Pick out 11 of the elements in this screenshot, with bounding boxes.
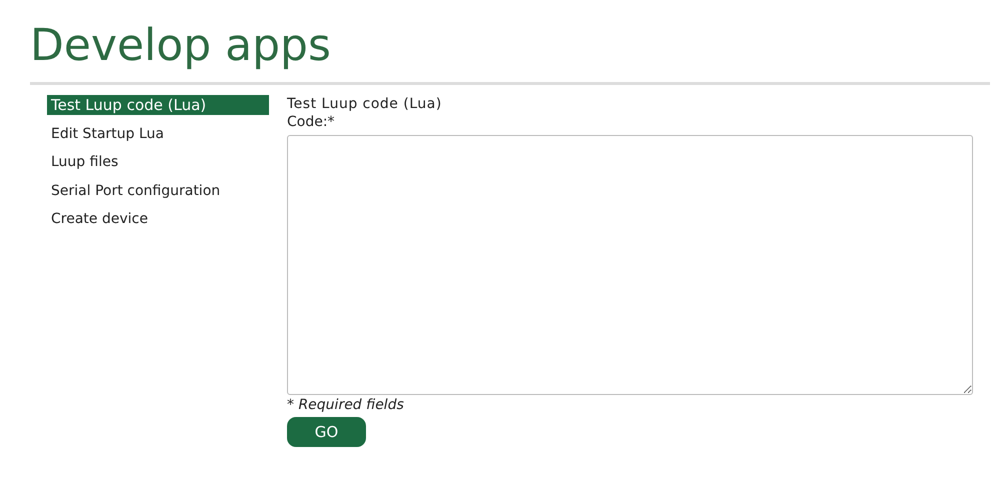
go-button[interactable]: GO	[287, 417, 366, 447]
form-title: Test Luup code (Lua)	[287, 95, 442, 113]
sidebar-item[interactable]: Create device	[47, 209, 152, 229]
sidebar-item[interactable]: Test Luup code (Lua)	[47, 95, 269, 115]
sidebar-item[interactable]: Edit Startup Lua	[47, 124, 168, 144]
code-field[interactable]	[287, 135, 973, 395]
required-note: * Required fields	[287, 397, 404, 413]
page-title: Develop apps	[30, 19, 331, 73]
sidebar-item[interactable]: Luup files	[47, 152, 122, 172]
code-label: Code:*	[287, 113, 335, 131]
sidebar-item[interactable]: Serial Port configuration	[47, 180, 224, 200]
